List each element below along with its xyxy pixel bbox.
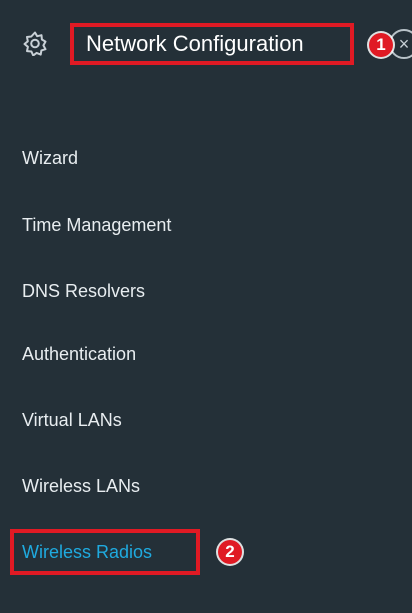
network-configuration-header: Network Configuration × 1: [0, 0, 412, 90]
menu-item-time-management[interactable]: Time Management: [22, 214, 171, 236]
close-icon: ×: [398, 34, 410, 54]
navigation-panel: Network Configuration × 1 Wizard Time Ma…: [0, 0, 412, 613]
menu-item-wizard[interactable]: Wizard: [22, 147, 78, 169]
menu-item-authentication[interactable]: Authentication: [22, 343, 136, 365]
menu-item-virtual-lans[interactable]: Virtual LANs: [22, 409, 122, 431]
annotation-badge-two: 2: [218, 540, 242, 564]
menu-item-dns-resolvers[interactable]: DNS Resolvers: [22, 280, 145, 302]
menu-item-wireless-lans[interactable]: Wireless LANs: [22, 475, 140, 497]
page-title: Network Configuration: [70, 23, 354, 65]
gear-icon: [22, 30, 48, 57]
menu-item-wireless-radios[interactable]: Wireless Radios: [22, 541, 152, 563]
annotation-badge-one: 1: [369, 33, 393, 57]
